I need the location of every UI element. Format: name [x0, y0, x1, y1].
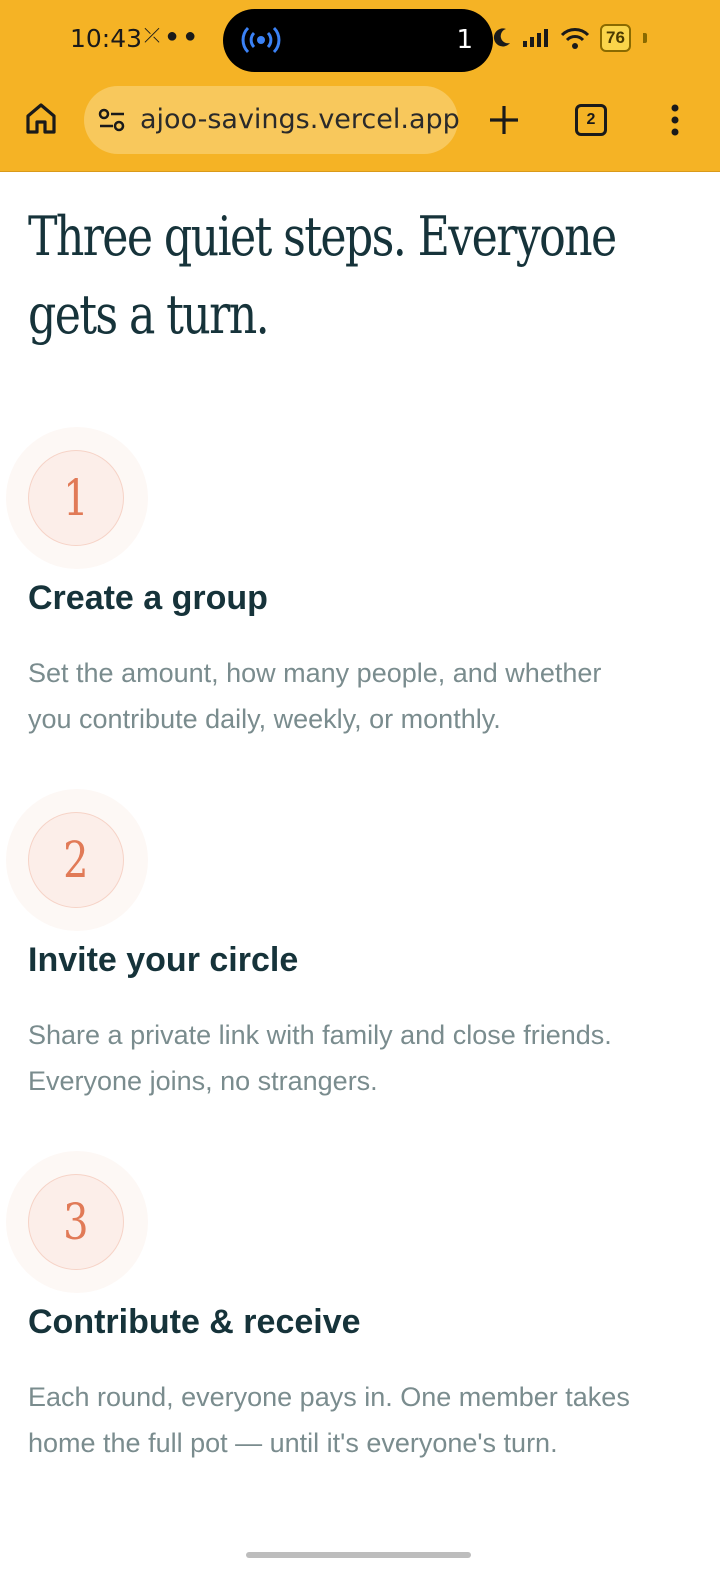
step-number-badge: 2 — [28, 812, 124, 908]
step-title: Create a group — [28, 579, 268, 617]
status-time: 10:43 — [70, 24, 143, 53]
tab-switcher-button[interactable]: 2 — [575, 104, 607, 136]
gesture-home-indicator[interactable] — [246, 1552, 471, 1558]
battery-tip — [642, 33, 647, 43]
site-settings-icon[interactable] — [98, 108, 126, 132]
page-title-line-2: gets a turn. — [28, 283, 270, 346]
snapchat-icon: ● — [166, 25, 179, 47]
step-description-line: home the full pot — until it's everyone'… — [28, 1428, 558, 1458]
battery-icon: 76 — [600, 24, 631, 52]
browser-chrome: 10:43 ⤫ ● ● 1 76 ajoo-savings.vercel.app… — [0, 0, 720, 172]
url-text[interactable]: ajoo-savings.vercel.app — [140, 104, 460, 135]
dynamic-island: 1 — [223, 9, 493, 72]
status-right-icons: 76 — [492, 24, 647, 52]
island-count: 1 — [456, 25, 473, 55]
message-icon: ● — [184, 25, 197, 47]
step-number-badge: 1 — [28, 450, 124, 546]
step-number: 2 — [63, 831, 89, 889]
step-number: 3 — [63, 1193, 89, 1251]
step-title: Contribute & receive — [28, 1303, 361, 1341]
step-number: 1 — [63, 469, 89, 527]
cellular-signal-icon — [523, 29, 548, 47]
battery-level: 76 — [606, 28, 625, 47]
step-description-line: Everyone joins, no strangers. — [28, 1066, 378, 1096]
page-title: Three quiet steps. Everyone gets a turn. — [28, 198, 668, 354]
missed-call-icon: ⤫ — [144, 25, 160, 47]
step-description-line: Share a private link with family and clo… — [28, 1020, 612, 1050]
step-description-line: you contribute daily, weekly, or monthly… — [28, 704, 501, 734]
new-tab-icon[interactable] — [488, 104, 520, 136]
home-icon[interactable] — [24, 101, 58, 135]
address-bar[interactable]: ajoo-savings.vercel.app — [84, 86, 460, 154]
step-description-line: Each round, everyone pays in. One member… — [28, 1382, 630, 1412]
step-description: Each round, everyone pays in. One member… — [28, 1374, 698, 1466]
wifi-icon — [560, 28, 590, 49]
step-description: Share a private link with family and clo… — [28, 1012, 698, 1104]
page-title-line-1: Three quiet steps. Everyone — [28, 205, 617, 268]
notification-icons: ⤫ ● ● — [144, 26, 196, 46]
step-description-line: Set the amount, how many people, and whe… — [28, 658, 602, 688]
more-menu-icon[interactable] — [670, 104, 680, 136]
step-number-badge: 3 — [28, 1174, 124, 1270]
step-description: Set the amount, how many people, and whe… — [28, 650, 698, 742]
hotspot-icon — [241, 26, 281, 54]
moon-icon — [493, 28, 510, 47]
step-title: Invite your circle — [28, 941, 299, 979]
